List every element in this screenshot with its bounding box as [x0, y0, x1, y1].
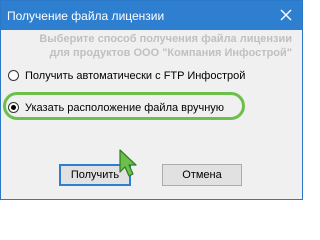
license-dialog: Получение файла лицензии Выберите способ… — [0, 0, 303, 200]
radio-manual-location[interactable]: Указать расположение файла вручную — [8, 102, 224, 114]
radio-button-checked[interactable] — [8, 102, 19, 113]
radio-ftp-auto-label: Получить автоматически с FTP Инфострой — [25, 70, 246, 82]
cancel-button[interactable]: Отмена — [162, 164, 242, 186]
close-icon — [280, 9, 292, 21]
instruction-line-2: для продуктов ООО "Компания Инфострой" — [49, 47, 292, 59]
window-title: Получение файла лицензии — [7, 9, 165, 23]
instruction-text: Выберите способ получения файла лицензии… — [1, 32, 302, 60]
radio-manual-location-label: Указать расположение файла вручную — [25, 102, 225, 114]
radio-ftp-auto[interactable]: Получить автоматически с FTP Инфострой — [8, 70, 245, 82]
mouse-pointer-icon — [119, 149, 137, 177]
radio-button-unchecked[interactable] — [8, 70, 19, 81]
close-button[interactable] — [270, 1, 302, 30]
title-bar: Получение файла лицензии — [1, 1, 302, 30]
instruction-line-1: Выберите способ получения файла лицензии — [39, 33, 292, 45]
